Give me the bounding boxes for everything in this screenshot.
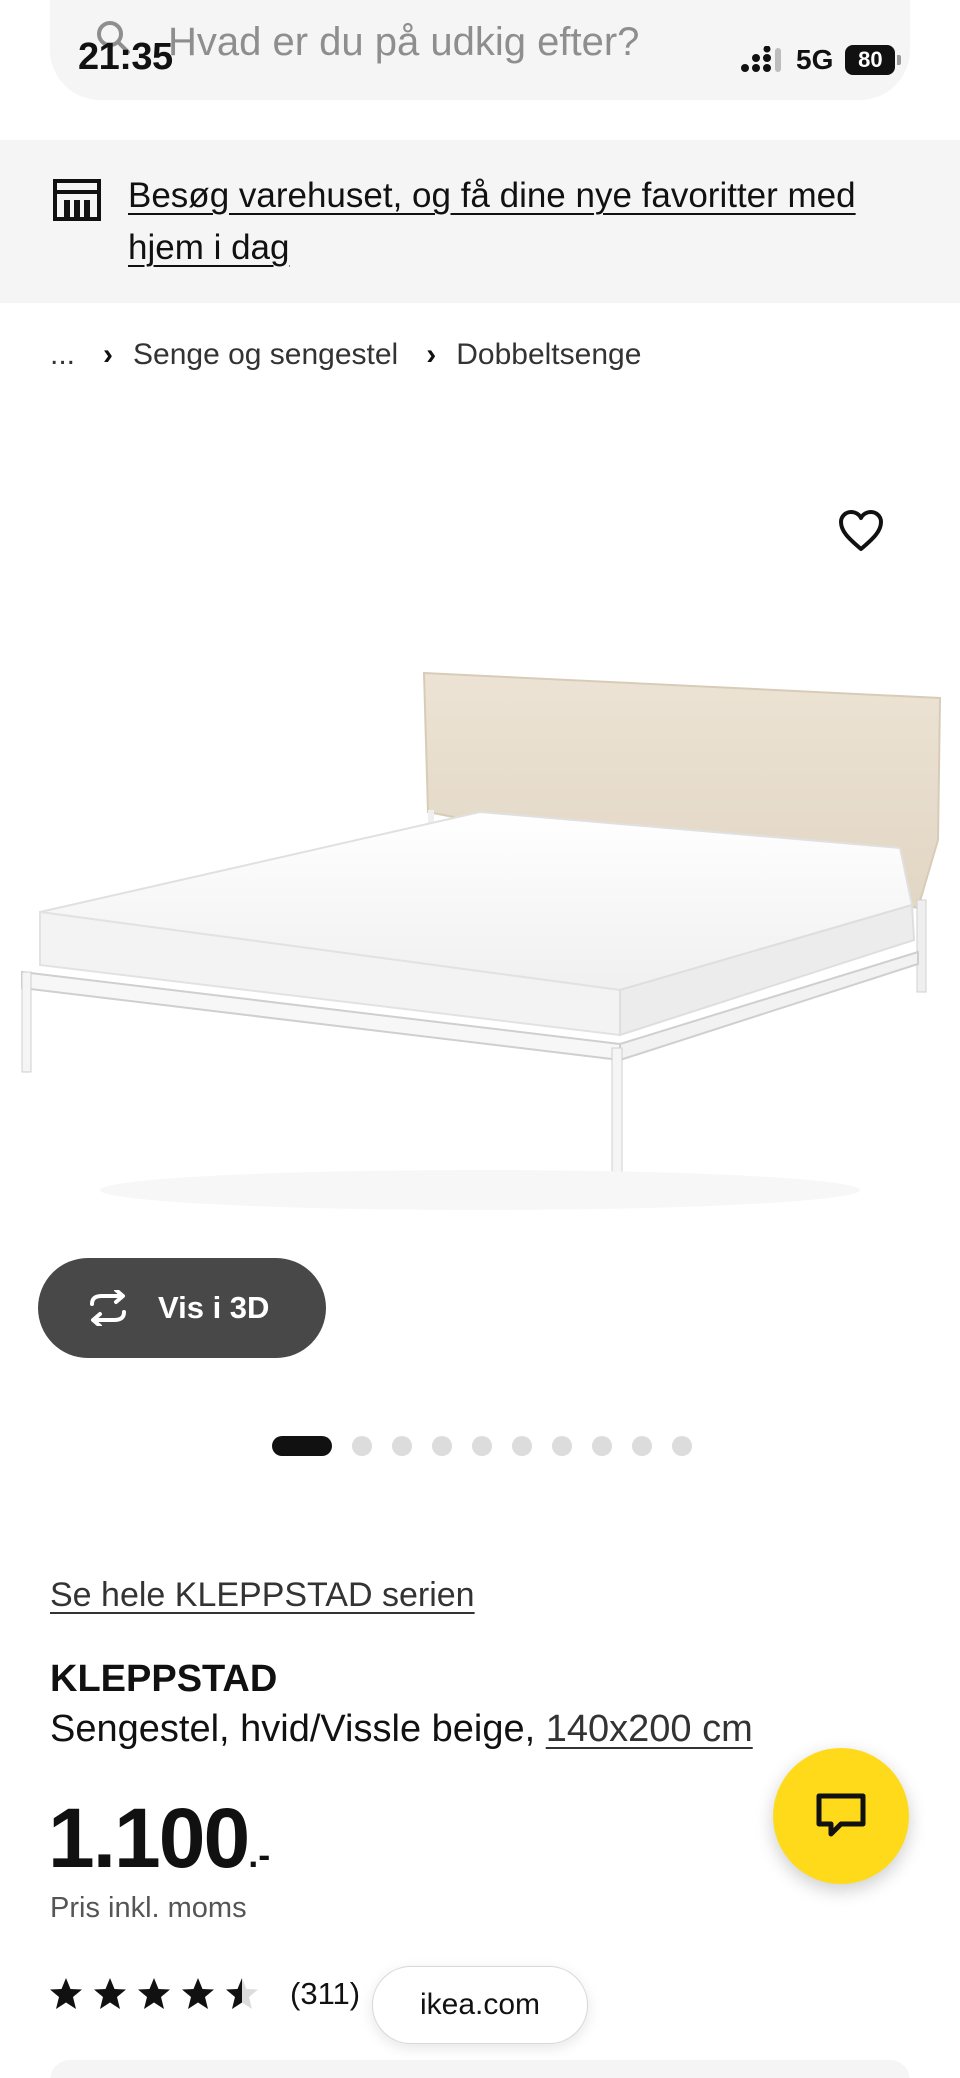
series-link[interactable]: Se hele KLEPPSTAD serien [50, 1576, 475, 1615]
heart-icon [839, 510, 883, 551]
price-value: 1.100 [48, 1791, 250, 1885]
breadcrumb-item-double-beds[interactable]: Dobbeltsenge [456, 338, 641, 372]
carousel-dot[interactable] [272, 1436, 332, 1456]
chevron-right-icon: › [426, 338, 437, 371]
network-label: 5G [796, 44, 834, 75]
price-suffix: .- [248, 1834, 271, 1875]
product-size-link[interactable]: 140x200 cm [546, 1708, 753, 1750]
breadcrumb-ellipsis[interactable]: ... [50, 338, 75, 372]
carousel-dot[interactable] [592, 1436, 612, 1456]
chat-button[interactable] [773, 1748, 909, 1884]
carousel-dot[interactable] [632, 1436, 652, 1456]
half-star-icon [226, 1978, 258, 2009]
carousel-dot[interactable] [392, 1436, 412, 1456]
chat-icon [816, 1793, 866, 1837]
view-3d-label: Vis i 3D [158, 1290, 270, 1325]
breadcrumb-item-beds[interactable]: Senge og sengestel [133, 338, 398, 372]
battery-cap [897, 55, 902, 65]
search-placeholder[interactable]: Hvad er du på udkig efter? [168, 20, 639, 65]
store-banner: Besøg varehuset, og få dine nye favoritt… [0, 140, 960, 303]
browser-domain[interactable]: ikea.com [372, 1966, 588, 2044]
price-note: Pris inkl. moms [50, 1892, 247, 1924]
chevron-right-icon: › [103, 338, 114, 371]
carousel-dots [272, 1434, 692, 1458]
star-icon [138, 1978, 170, 2009]
carousel-dot[interactable] [672, 1436, 692, 1456]
product-image[interactable] [0, 420, 960, 1260]
star-icon [50, 1978, 82, 2009]
bottom-card [50, 2060, 910, 2078]
product-description-text: Sengestel, hvid/Vissle beige, [50, 1708, 536, 1750]
product-name: KLEPPSTAD [50, 1658, 278, 1700]
carousel-dot[interactable] [472, 1436, 492, 1456]
product-description: Sengestel, hvid/Vissle beige, 140x200 cm [50, 1708, 753, 1751]
view-3d-button[interactable]: Vis i 3D [38, 1258, 326, 1358]
status-time: 21:35 [78, 36, 173, 78]
store-icon [53, 179, 101, 221]
rating-count[interactable]: (311) [290, 1976, 360, 2012]
battery-level: 80 [858, 47, 883, 72]
carousel-dot[interactable] [552, 1436, 572, 1456]
carousel-dot[interactable] [352, 1436, 372, 1456]
price: 1.100 .- [48, 1790, 270, 1887]
rating[interactable]: (311) [48, 1972, 360, 2016]
signal-icon [741, 46, 781, 72]
status-indicators: 5G 80 [740, 42, 902, 78]
battery-icon: 80 [845, 45, 902, 75]
rotate-3d-icon [90, 1290, 126, 1326]
store-visit-link[interactable]: Besøg varehuset, og få dine nye favoritt… [128, 170, 918, 274]
star-icon [182, 1978, 214, 2009]
carousel-dot[interactable] [512, 1436, 532, 1456]
breadcrumb: ... › Senge og sengestel › Dobbeltsenge [50, 335, 641, 375]
favorite-button[interactable] [830, 500, 892, 562]
carousel-dot[interactable] [432, 1436, 452, 1456]
star-icon [94, 1978, 126, 2009]
